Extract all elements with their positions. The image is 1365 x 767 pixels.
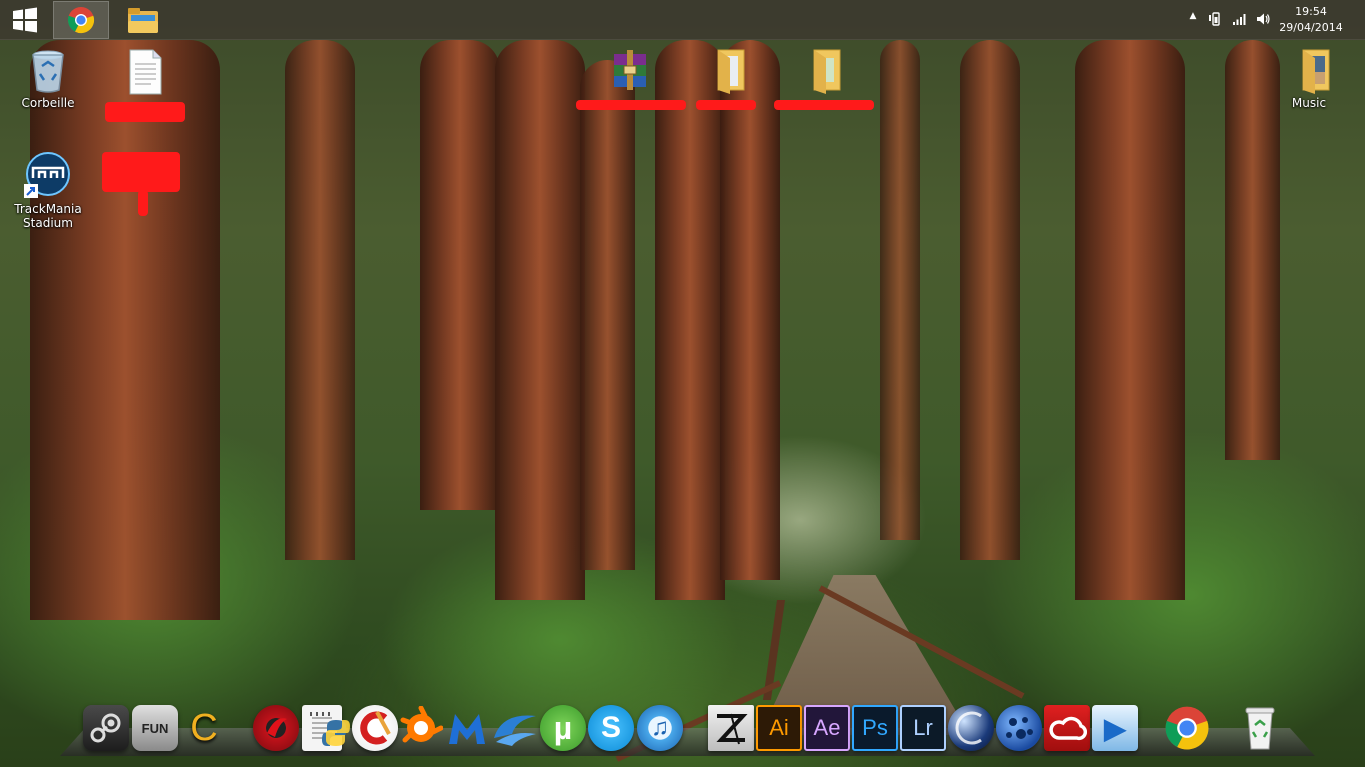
desktop-icon-folder[interactable] xyxy=(774,46,874,110)
dock-zbrush[interactable] xyxy=(708,705,754,751)
tree-trunk xyxy=(655,40,725,600)
media-player-icon: ▶ xyxy=(1104,712,1126,744)
power-icon[interactable] xyxy=(1208,11,1224,27)
dock-cinema4d[interactable] xyxy=(948,705,994,751)
desktop-icon-label: Corbeille xyxy=(21,96,75,110)
folder-icon xyxy=(796,46,844,94)
clock-date: 29/04/2014 xyxy=(1279,21,1343,34)
desktop-icon-label: Music xyxy=(1291,96,1327,110)
python-icon xyxy=(322,720,350,746)
zbrush-icon xyxy=(716,713,748,745)
desktop-icon-document[interactable] xyxy=(105,48,185,122)
chrome-icon xyxy=(67,7,95,34)
network-signal-icon[interactable] xyxy=(1232,11,1248,27)
dock-globe[interactable] xyxy=(996,705,1042,751)
skype-icon: S xyxy=(600,711,621,744)
dock-media-player[interactable]: ▶ xyxy=(1092,705,1138,751)
illustrator-icon: Ai xyxy=(769,715,789,740)
desktop-icon-label: TrackMania Stadium xyxy=(14,202,82,230)
itunes-icon: ♫ xyxy=(651,714,669,741)
steam-icon xyxy=(90,713,121,743)
dock-c-app[interactable]: C xyxy=(181,705,227,751)
tree-trunk xyxy=(420,40,500,510)
trackmania-icon xyxy=(24,152,72,200)
dock-creative-cloud[interactable] xyxy=(1044,705,1090,751)
dock-malwarebytes[interactable] xyxy=(444,705,490,751)
dock-steam[interactable] xyxy=(83,705,129,751)
redacted-label xyxy=(774,100,874,110)
recycle-bin-icon xyxy=(1245,707,1275,750)
tree-trunk xyxy=(285,40,355,560)
lightroom-icon: Lr xyxy=(913,715,933,740)
dock-ccleaner[interactable] xyxy=(352,705,398,751)
tree-trunk xyxy=(880,40,920,540)
tree-trunk xyxy=(30,40,220,620)
redacted-label xyxy=(105,102,185,122)
start-button[interactable] xyxy=(0,1,50,39)
folder-icon xyxy=(128,8,158,33)
ccleaner-icon xyxy=(360,711,391,745)
utorrent-icon: µ xyxy=(553,709,573,746)
taskbar: ▲ 19:54 29/04/2014 xyxy=(0,0,1365,40)
tree-trunk xyxy=(495,40,585,600)
desktop-icon-winrar-archive[interactable] xyxy=(576,46,686,110)
winrar-archive-icon xyxy=(606,46,654,94)
windows-logo-icon xyxy=(13,7,37,33)
openoffice-icon xyxy=(494,715,536,746)
after-effects-icon: Ae xyxy=(813,715,841,740)
dock-openoffice[interactable] xyxy=(492,705,538,751)
desktop-icon-music[interactable]: Music xyxy=(1269,46,1349,110)
dock-photoshop[interactable]: Ps xyxy=(852,705,898,751)
dock-red-game[interactable] xyxy=(253,705,299,751)
red-game-icon xyxy=(267,718,287,737)
dock-lightroom[interactable]: Lr xyxy=(900,705,946,751)
redacted-label xyxy=(138,190,148,216)
desktop-icon-recycle-bin[interactable]: Corbeille xyxy=(8,46,88,110)
dock-python[interactable] xyxy=(322,716,350,750)
clock-time: 19:54 xyxy=(1295,5,1327,18)
dock-fun[interactable]: FUN xyxy=(132,705,178,751)
file-explorer-taskbar-button[interactable] xyxy=(115,1,171,39)
document-file-icon xyxy=(121,48,169,96)
dock-utorrent[interactable]: µ xyxy=(540,705,586,751)
tree-trunk xyxy=(580,60,635,570)
dock-itunes[interactable]: ♫ xyxy=(637,705,683,751)
cinema4d-icon xyxy=(955,711,982,745)
photoshop-icon: Ps xyxy=(862,715,888,740)
creative-cloud-icon xyxy=(1049,716,1087,741)
fun-drive-icon: FUN xyxy=(141,720,169,736)
globe-icon xyxy=(1006,717,1033,739)
redacted-label xyxy=(696,100,756,110)
redacted-label xyxy=(576,100,686,110)
dock-after-effects[interactable]: Ae xyxy=(804,705,850,751)
dock-avast[interactable] xyxy=(398,705,444,751)
show-hidden-icons-chevron-icon[interactable]: ▲ xyxy=(1185,11,1201,27)
dock-illustrator[interactable]: Ai xyxy=(756,705,802,751)
system-tray: ▲ 19:54 29/04/2014 xyxy=(1165,0,1365,40)
dock-skype[interactable]: S xyxy=(588,705,634,751)
desktop-icon-folder[interactable] xyxy=(684,46,764,110)
malwarebytes-icon xyxy=(449,714,485,744)
folder-icon xyxy=(700,46,748,94)
c-app-icon: C xyxy=(190,706,218,749)
redacted-icon xyxy=(102,152,180,192)
chrome-icon xyxy=(1165,706,1209,750)
speaker-volume-icon[interactable] xyxy=(1255,11,1271,27)
chrome-taskbar-button[interactable] xyxy=(53,1,109,39)
avast-icon xyxy=(400,706,443,743)
recycle-bin-icon xyxy=(24,46,72,94)
clock[interactable]: 19:54 29/04/2014 xyxy=(1271,4,1351,36)
dock-chrome[interactable] xyxy=(1164,705,1210,751)
desktop-icon-trackmania-stadium[interactable]: TrackMania Stadium xyxy=(8,152,88,230)
tree-trunk xyxy=(720,40,780,580)
dock-recycle-bin[interactable] xyxy=(1237,705,1283,751)
music-folder-icon xyxy=(1285,46,1333,94)
tree-trunk xyxy=(960,40,1020,560)
tree-trunk xyxy=(1075,40,1185,600)
